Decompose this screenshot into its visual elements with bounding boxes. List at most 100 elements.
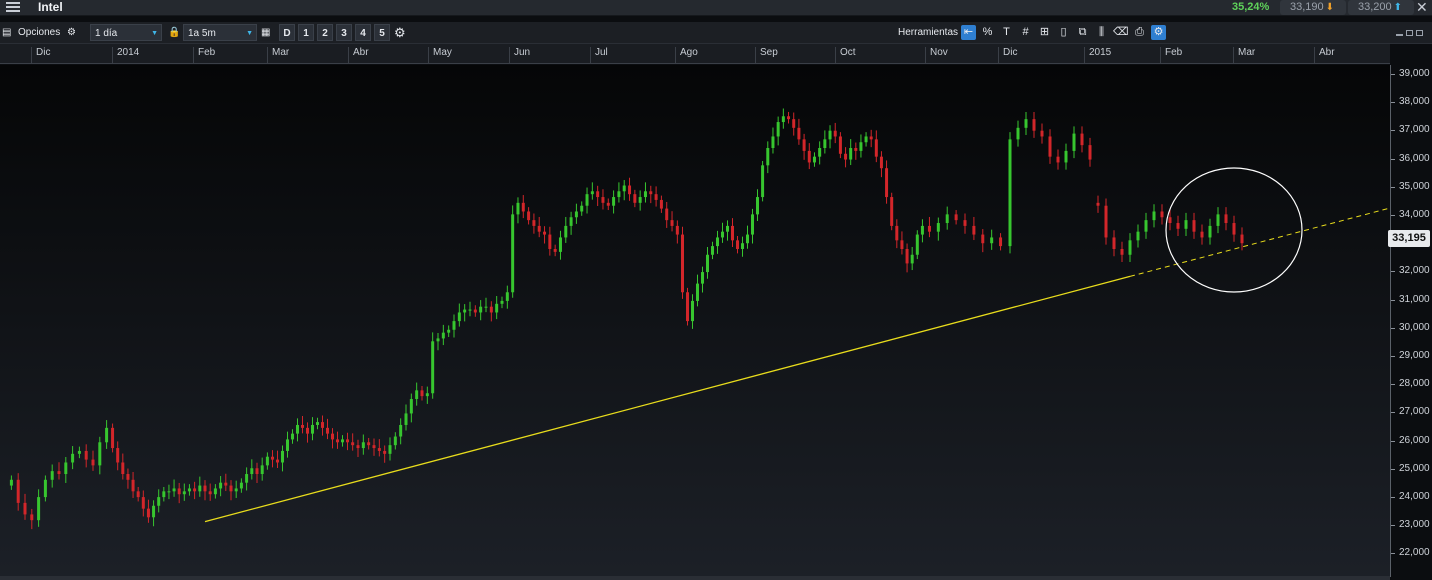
candle-body (157, 497, 161, 506)
candle-body (105, 427, 109, 443)
candle-body (1072, 133, 1076, 151)
candle-body (436, 338, 440, 342)
candle-body (452, 321, 456, 330)
candle-body (1064, 150, 1068, 163)
eraser-tool-icon[interactable]: ⌫ (1113, 25, 1129, 40)
candle-body (849, 148, 853, 160)
trendline[interactable] (204, 275, 1131, 523)
interval-value: 1 día (95, 28, 118, 39)
candle-body (193, 488, 197, 492)
period-button-3[interactable]: 3 (336, 24, 352, 41)
close-icon[interactable]: ✕ (1416, 0, 1428, 16)
candle-body (812, 156, 816, 163)
drawing-tool-icon[interactable]: ⊞ (1037, 25, 1052, 40)
candle-body (187, 488, 191, 492)
candle-body (807, 150, 811, 163)
candle-type-icon[interactable]: ▯ (1056, 25, 1071, 40)
candle-body (612, 197, 616, 206)
month-label: 2014 (112, 47, 139, 64)
buy-price-button[interactable]: 33,200 ⬆ (1348, 0, 1414, 15)
candle-body (431, 341, 435, 394)
candle-body (1176, 223, 1180, 229)
restore-icon[interactable] (1406, 30, 1413, 36)
sell-price-value: 33,190 (1290, 1, 1324, 13)
calendar-icon[interactable]: ▦ (261, 24, 275, 41)
candle-body (505, 292, 509, 301)
candle-body (1024, 119, 1028, 128)
month-label: Jun (509, 47, 530, 64)
print-icon[interactable]: ⎙ (1132, 25, 1147, 40)
month-label: Abr (1314, 47, 1335, 64)
candle-body (756, 197, 759, 215)
candle-body (336, 439, 339, 443)
candle-body (316, 422, 319, 425)
crosshair-tool-icon[interactable]: ⇤ (961, 25, 976, 40)
sell-price-button[interactable]: 33,190 ⬇ (1280, 0, 1346, 15)
candle-body (781, 116, 785, 123)
settings-gear-icon[interactable]: ⚙ (394, 24, 408, 41)
grid-tool-icon[interactable]: # (1018, 25, 1033, 40)
interval-select[interactable]: 1 día ▼ (90, 24, 162, 41)
candle-body (229, 485, 233, 492)
candle-body (306, 427, 309, 434)
price-tick-label: 24,000 (1391, 491, 1430, 502)
price-chart[interactable] (0, 65, 1390, 577)
candle-body (537, 225, 541, 232)
candle-body (569, 217, 573, 226)
month-label: Oct (835, 47, 856, 64)
percent-tool-icon[interactable]: % (980, 25, 995, 40)
candle-body (91, 459, 95, 466)
period-button-4[interactable]: 4 (355, 24, 371, 41)
candle-body (792, 119, 796, 128)
minimize-icon[interactable] (1396, 30, 1403, 36)
candle-body (484, 306, 488, 308)
candle-body (1008, 139, 1012, 247)
candle-body (1128, 240, 1132, 255)
chart-toolbar: ▤ Opciones ⚙ 1 día ▼ 🔒 1a 5m ▼ ▦ D 1 2 3… (0, 22, 1432, 44)
month-label: Feb (193, 47, 215, 64)
lock-icon[interactable]: 🔒 (168, 24, 180, 41)
range-select[interactable]: 1a 5m ▼ (183, 24, 257, 41)
candle-body (701, 272, 704, 284)
candle-body (601, 197, 605, 203)
candle-body (869, 136, 873, 140)
candle-body (286, 439, 289, 451)
candle-body (633, 194, 637, 203)
candle-body (797, 127, 801, 140)
candle-body (468, 309, 472, 311)
candle-body (167, 491, 171, 493)
period-button-5[interactable]: 5 (374, 24, 390, 41)
hamburger-menu-icon[interactable] (6, 2, 20, 13)
period-button-d[interactable]: D (279, 24, 295, 41)
candle-body (37, 497, 41, 521)
maximize-icon[interactable] (1416, 30, 1423, 36)
list-icon[interactable]: ▤ (2, 24, 14, 41)
options-button[interactable]: Opciones ⚙ (18, 24, 80, 41)
candle-body (776, 122, 780, 137)
title-bar: Intel 35,24% 33,190 ⬇ 33,200 ⬆ ✕ (0, 0, 1432, 16)
candle-body (213, 488, 217, 495)
month-label: 2015 (1084, 47, 1111, 64)
candle-body (377, 448, 381, 451)
candle-body (1096, 202, 1100, 206)
candle-body (172, 488, 176, 492)
layout-tool-icon[interactable]: ⧉ (1075, 25, 1090, 40)
candle-body (457, 312, 461, 322)
candle-body (271, 456, 274, 460)
month-label: Jul (590, 47, 608, 64)
candle-body (1160, 211, 1164, 218)
period-button-1[interactable]: 1 (298, 24, 314, 41)
tools-config-icon[interactable]: ⚙ (1151, 25, 1166, 40)
text-tool-icon[interactable]: T (999, 25, 1014, 40)
candle-body (16, 479, 20, 503)
candle-body (177, 488, 181, 495)
candle-body (963, 220, 967, 226)
candle-body (9, 479, 13, 486)
candle-body (1056, 156, 1060, 163)
candle-body (372, 445, 376, 449)
indicator-tool-icon[interactable]: ⫼ (1094, 25, 1109, 40)
candle-body (681, 234, 684, 293)
chart-scrollbar[interactable] (0, 576, 1390, 580)
period-button-2[interactable]: 2 (317, 24, 333, 41)
candle-body (1152, 211, 1156, 221)
